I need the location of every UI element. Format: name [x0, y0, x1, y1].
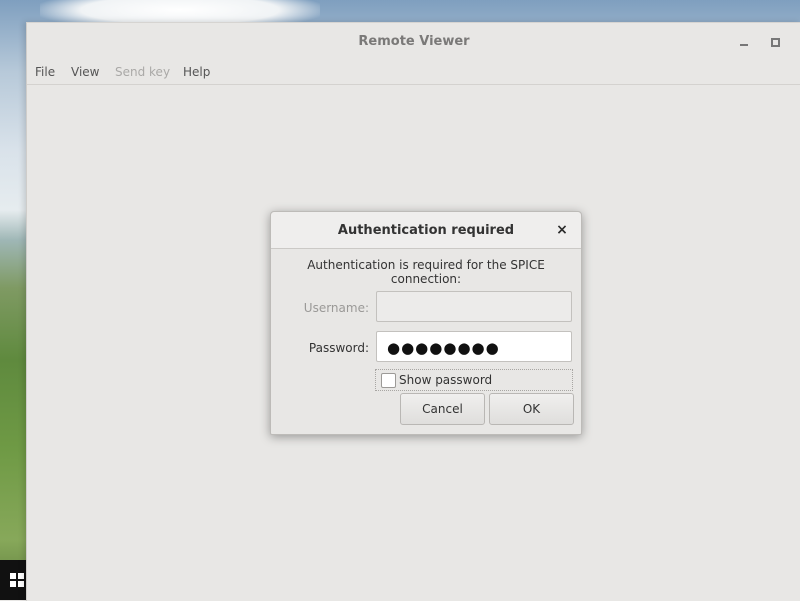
- menu-bar: File View Send key Help: [27, 61, 800, 85]
- menu-send-key[interactable]: Send key: [115, 65, 170, 79]
- minimize-icon[interactable]: [733, 31, 755, 53]
- show-password-label: Show password: [399, 373, 493, 387]
- ok-button[interactable]: OK: [489, 393, 574, 425]
- close-icon[interactable]: ×: [554, 222, 570, 238]
- cancel-button[interactable]: Cancel: [400, 393, 485, 425]
- password-label: Password:: [308, 341, 369, 355]
- username-field[interactable]: [376, 291, 572, 322]
- dialog-header[interactable]: Authentication required ×: [271, 212, 581, 249]
- dialog-title: Authentication required: [337, 223, 515, 238]
- start-button[interactable]: [0, 560, 26, 600]
- title-bar[interactable]: Remote Viewer: [27, 23, 800, 61]
- menu-help[interactable]: Help: [183, 65, 210, 79]
- show-password-checkbox[interactable]: [381, 373, 396, 388]
- window-title: Remote Viewer: [358, 34, 470, 49]
- password-field[interactable]: ●●●●●●●●: [376, 331, 572, 362]
- auth-message: Authentication is required for the SPICE…: [307, 258, 545, 286]
- show-password-toggle[interactable]: Show password: [375, 369, 573, 391]
- authentication-dialog: Authentication required × Authentication…: [270, 211, 582, 435]
- menu-file[interactable]: File: [35, 65, 55, 79]
- password-mask: ●●●●●●●●: [387, 339, 500, 357]
- username-label: Username:: [303, 301, 369, 315]
- windows-start-icon: [10, 573, 24, 587]
- maximize-icon[interactable]: [765, 31, 787, 53]
- menu-view[interactable]: View: [71, 65, 99, 79]
